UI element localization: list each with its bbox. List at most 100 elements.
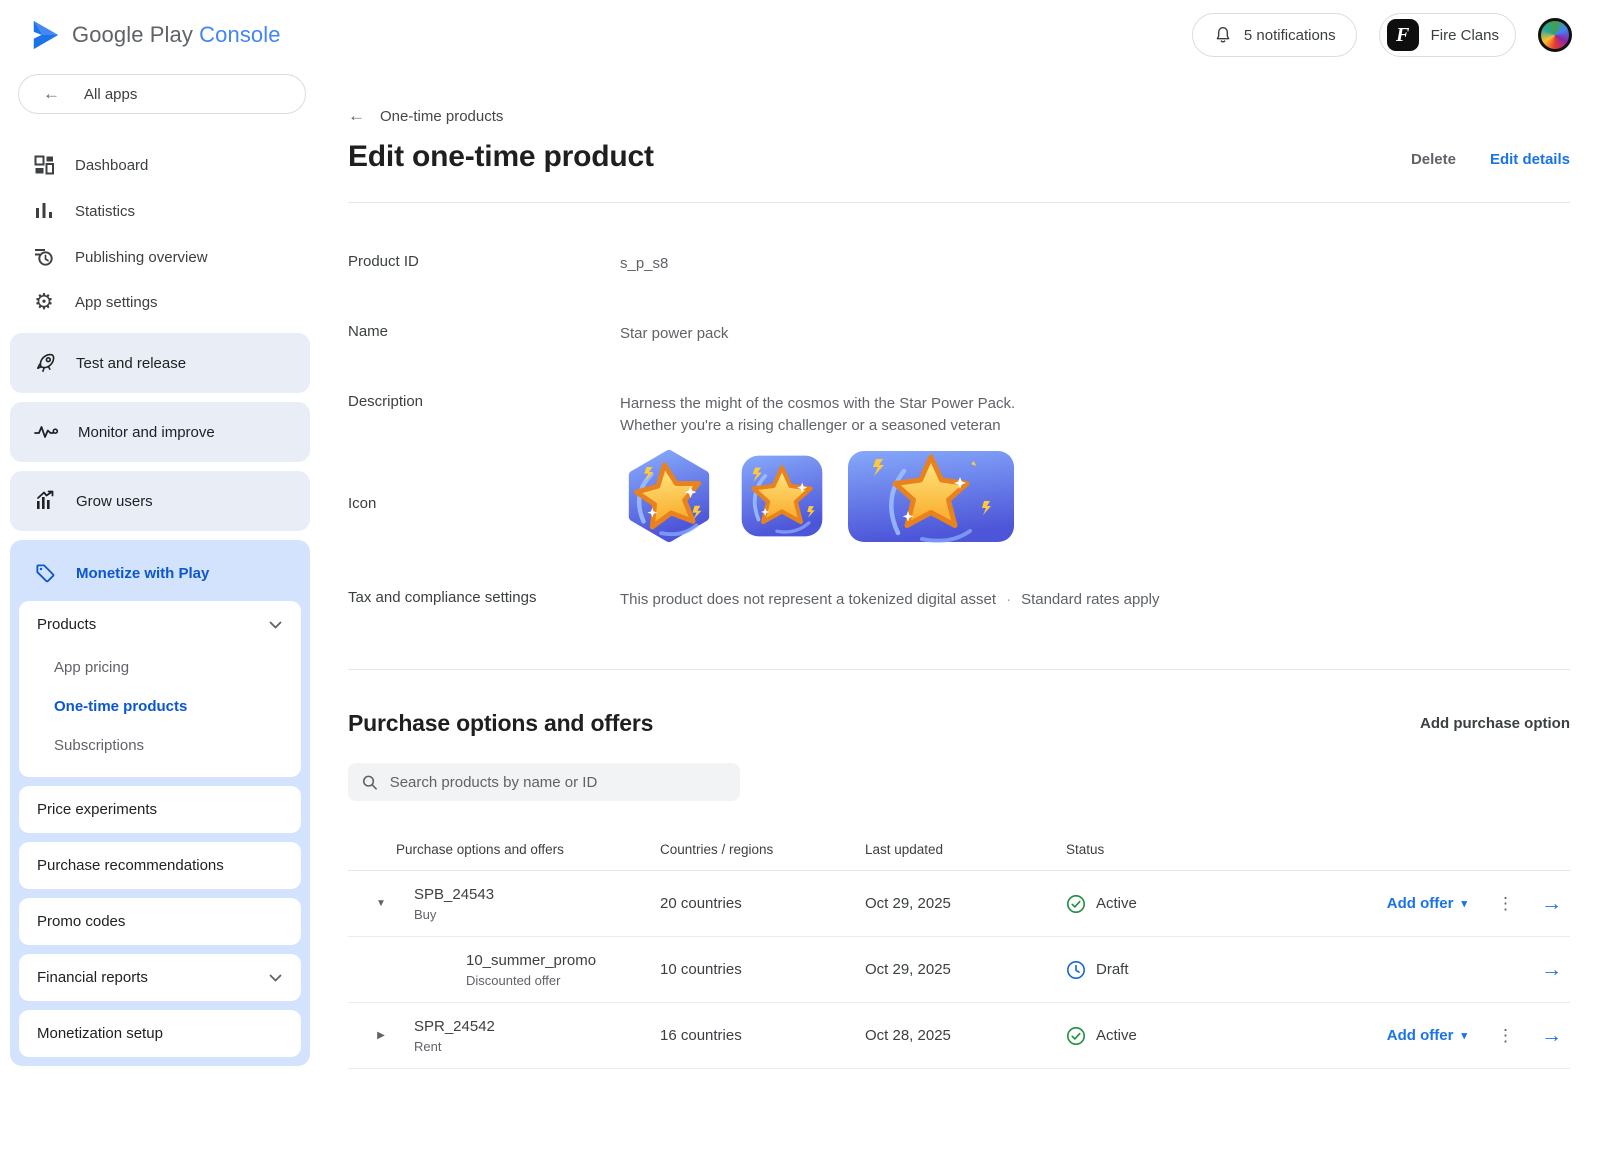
- topbar: Google Play Console 5 notifications F Fi…: [0, 0, 1600, 70]
- add-purchase-option-button[interactable]: Add purchase option: [1420, 715, 1570, 732]
- product-id-value: s_p_s8: [620, 253, 1570, 275]
- main-content: ← One-time products Edit one-time produc…: [322, 70, 1600, 1160]
- field-name: Name Star power pack: [348, 323, 1570, 345]
- sidebar-item-purchase-recommendations[interactable]: Purchase recommendations: [19, 842, 301, 889]
- field-icon: Icon: [348, 461, 1570, 545]
- expander-right-icon[interactable]: ▶: [348, 1030, 414, 1041]
- all-apps-button[interactable]: ← All apps: [18, 74, 306, 114]
- icon-label: Icon: [348, 495, 620, 512]
- sidebar-item-financial-reports[interactable]: Financial reports: [19, 954, 301, 1001]
- sidebar-item-products[interactable]: Products: [19, 601, 301, 648]
- sidebar-item-label: Statistics: [75, 203, 135, 220]
- sidebar-card-monitor-and-improve[interactable]: Monitor and improve: [10, 402, 310, 462]
- search-input[interactable]: [390, 774, 726, 791]
- active-check-icon: [1066, 1026, 1086, 1046]
- status-badge: Active: [1066, 1026, 1236, 1046]
- sidebar-item-monetization-setup[interactable]: Monetization setup: [19, 1010, 301, 1057]
- row-updated: Oct 29, 2025: [865, 895, 1066, 912]
- products-label: Products: [37, 616, 96, 633]
- card-label: Purchase recommendations: [37, 857, 224, 874]
- statistics-icon: [32, 199, 56, 223]
- sidebar-item-one-time-products[interactable]: One-time products: [19, 687, 301, 726]
- growth-icon: [33, 489, 57, 513]
- product-id-label: Product ID: [348, 253, 620, 275]
- chevron-down-icon: [269, 621, 282, 629]
- sidebar-card-label: Monitor and improve: [78, 424, 215, 441]
- card-label: Price experiments: [37, 801, 157, 818]
- sidebar-item-price-experiments[interactable]: Price experiments: [19, 786, 301, 833]
- kebab-menu-icon[interactable]: ⋮: [1497, 1026, 1511, 1046]
- name-value: Star power pack: [620, 323, 1570, 345]
- page-title: Edit one-time product: [348, 140, 654, 174]
- section-divider: [348, 669, 1570, 670]
- table-row[interactable]: 10_summer_promo Discounted offer 10 coun…: [348, 937, 1570, 1003]
- sidebar-item-monetize-with-play[interactable]: Monetize with Play: [19, 548, 301, 601]
- table-row[interactable]: ▶ SPR_24542 Rent 16 countries Oct 28, 20…: [348, 1003, 1570, 1069]
- open-row-arrow-icon[interactable]: →: [1541, 892, 1562, 916]
- row-countries: 20 countries: [660, 895, 865, 912]
- app-icon: F: [1387, 19, 1419, 51]
- row-name-cell: 10_summer_promo Discounted offer: [414, 952, 660, 988]
- row-name-cell: SPB_24543 Buy: [414, 886, 660, 922]
- row-countries: 10 countries: [660, 961, 865, 978]
- notifications-label: 5 notifications: [1244, 27, 1336, 44]
- pulse-icon: [33, 420, 59, 444]
- edit-details-button[interactable]: Edit details: [1490, 151, 1570, 168]
- row-updated: Oct 29, 2025: [865, 961, 1066, 978]
- chevron-down-icon: [269, 974, 282, 982]
- sidebar-item-subscriptions[interactable]: Subscriptions: [19, 726, 301, 765]
- dropdown-arrow-icon: ▾: [1461, 1029, 1467, 1042]
- account-avatar[interactable]: [1538, 18, 1572, 52]
- sidebar-item-publishing-overview[interactable]: Publishing overview: [0, 234, 322, 280]
- field-description: Description Harness the might of the cos…: [348, 393, 1570, 437]
- sidebar-card-test-and-release[interactable]: Test and release: [10, 333, 310, 393]
- kebab-menu-icon[interactable]: ⋮: [1497, 894, 1511, 914]
- product-icon-hexagon: [620, 447, 718, 545]
- col-header-countries: Countries / regions: [660, 842, 865, 857]
- description-label: Description: [348, 393, 620, 437]
- search-icon: [362, 774, 378, 791]
- row-updated: Oct 28, 2025: [865, 1027, 1066, 1044]
- status-badge: Draft: [1066, 960, 1236, 980]
- open-row-arrow-icon[interactable]: →: [1541, 958, 1562, 982]
- breadcrumb[interactable]: ← One-time products: [348, 106, 1570, 126]
- sidebar-group-products: Products App pricing One-time products S…: [19, 601, 301, 777]
- all-apps-label: All apps: [84, 86, 137, 103]
- sidebar-card-grow-users[interactable]: Grow users: [10, 471, 310, 531]
- sidebar-item-label: Publishing overview: [75, 249, 208, 266]
- card-label: Promo codes: [37, 913, 125, 930]
- sidebar-item-dashboard[interactable]: Dashboard: [0, 142, 322, 188]
- notifications-button[interactable]: 5 notifications: [1192, 13, 1357, 57]
- dashboard-icon: [32, 153, 56, 177]
- add-offer-button[interactable]: Add offer ▾: [1387, 1027, 1467, 1044]
- sidebar-section-monetize: Monetize with Play Products App pricing …: [10, 540, 310, 1066]
- table-row[interactable]: ▼ SPB_24543 Buy 20 countries Oct 29, 202…: [348, 871, 1570, 937]
- expander-down-icon[interactable]: ▼: [348, 898, 414, 909]
- back-arrow-icon: ←: [348, 106, 365, 126]
- product-icon-square: [740, 454, 824, 538]
- add-offer-button[interactable]: Add offer ▾: [1387, 895, 1467, 912]
- active-check-icon: [1066, 894, 1086, 914]
- col-header-purchase-options: Purchase options and offers: [396, 842, 660, 857]
- sidebar-item-label: App settings: [75, 294, 158, 311]
- sidebar-item-app-pricing[interactable]: App pricing: [19, 648, 301, 687]
- row-name-cell: SPR_24542 Rent: [414, 1018, 660, 1054]
- product-icon-wide: [846, 449, 1016, 544]
- card-label: Financial reports: [37, 969, 148, 986]
- rocket-icon: [33, 351, 57, 375]
- card-label: Monetization setup: [37, 1025, 163, 1042]
- purchase-options-table: Purchase options and offers Countries / …: [348, 829, 1570, 1069]
- search-box: [348, 763, 740, 801]
- name-label: Name: [348, 323, 620, 345]
- open-row-arrow-icon[interactable]: →: [1541, 1024, 1562, 1048]
- field-product-id: Product ID s_p_s8: [348, 253, 1570, 275]
- table-header-row: Purchase options and offers Countries / …: [348, 829, 1570, 871]
- tag-icon: [34, 562, 57, 585]
- sidebar-item-statistics[interactable]: Statistics: [0, 188, 322, 234]
- sidebar-item-promo-codes[interactable]: Promo codes: [19, 898, 301, 945]
- sidebar-item-app-settings[interactable]: ⚙ App settings: [0, 280, 322, 324]
- tax-value: This product does not represent a tokeni…: [620, 589, 1570, 611]
- delete-button[interactable]: Delete: [1411, 151, 1456, 168]
- app-switcher-button[interactable]: F Fire Clans: [1379, 13, 1516, 57]
- sidebar-card-label: Grow users: [76, 493, 153, 510]
